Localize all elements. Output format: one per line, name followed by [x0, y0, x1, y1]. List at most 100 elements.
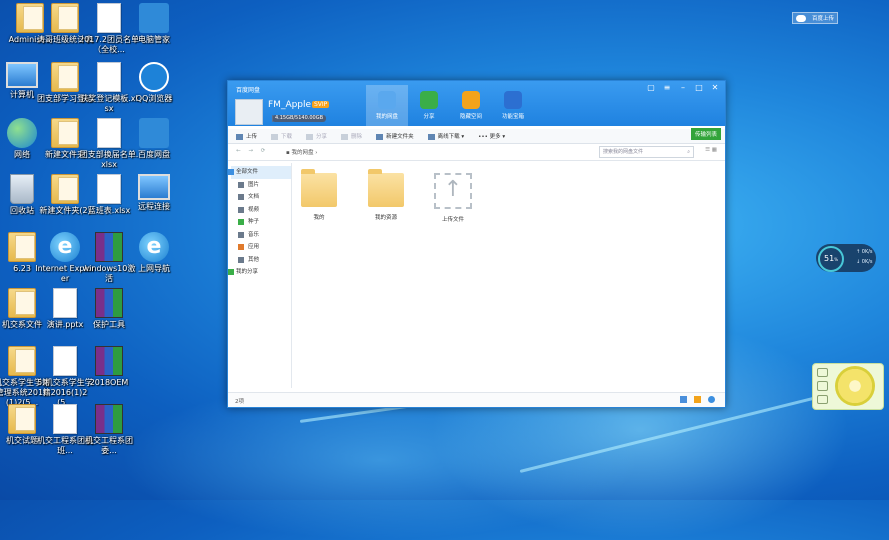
upload-button[interactable]: 上传 — [236, 132, 257, 140]
download-button[interactable]: 下载 — [271, 132, 292, 140]
desktop-icon-qq-browser[interactable]: QQ浏览器 — [124, 62, 184, 104]
tab-my-netdisk[interactable]: 我的网盘 — [366, 85, 408, 126]
folder-icon — [8, 346, 36, 376]
back-button[interactable]: ← — [236, 148, 244, 154]
folder-icon — [368, 169, 404, 207]
desktop-icon-remote[interactable]: 远程连接 — [124, 174, 184, 212]
app-icon — [238, 244, 244, 250]
browser-nav-icon: e — [139, 232, 169, 262]
user-name[interactable]: FM_Apple — [268, 100, 311, 110]
search-icon[interactable]: ⌕ — [687, 147, 690, 157]
gadget-settings-icon[interactable] — [817, 381, 828, 391]
lemon-gadget[interactable] — [812, 363, 884, 410]
folder-icon — [8, 404, 36, 434]
folder-icon — [51, 118, 79, 148]
desktop-icon-baidu-netdisk[interactable]: 百度网盘 — [124, 118, 184, 160]
minimize-button[interactable]: – — [677, 83, 689, 93]
refresh-icon[interactable]: ⟳ — [261, 148, 269, 154]
tab-hidden-space[interactable]: 隐藏空间 — [450, 85, 492, 126]
file-item-folder-2[interactable]: 我的资源 — [367, 169, 405, 223]
sidebar-item-docs[interactable]: 文档 — [231, 191, 291, 204]
desktop-icon-pc-manager[interactable]: 电脑管家 — [124, 3, 184, 45]
baidu-netdisk-window: 百度网盘 ▢ ≡ – □ ✕ FM_Apple SVIP 4.15GB/5140… — [227, 80, 726, 408]
settings-icon[interactable] — [708, 396, 715, 403]
gadget-close-icon[interactable] — [817, 394, 828, 404]
folder-icon — [301, 169, 337, 207]
desktop-icon-browser-nav[interactable]: e 上网导航 — [124, 232, 184, 274]
transfer-list-button[interactable]: 传输列表 — [690, 128, 721, 140]
file-grid: 我的 我的资源 上传文件 — [300, 169, 472, 223]
desktop-icon-rar-c[interactable]: 2018OEM — [79, 346, 139, 388]
cloud-icon — [796, 15, 806, 22]
upload-arrow-icon — [434, 173, 472, 209]
document-icon — [97, 3, 121, 33]
delete-button[interactable]: 删除 — [341, 132, 362, 140]
new-folder-button[interactable]: 新建文件夹 — [376, 132, 414, 140]
maximize-button[interactable]: □ — [693, 83, 705, 93]
upload-icon — [236, 133, 243, 140]
share-button[interactable]: 分享 — [306, 132, 327, 140]
my-netdisk-icon — [378, 91, 396, 109]
file-item-upload[interactable]: 上传文件 — [434, 173, 472, 223]
winrar-icon — [95, 404, 123, 434]
tab-share[interactable]: 分享 — [408, 85, 450, 126]
toolbox-icon — [504, 91, 522, 109]
pptx-icon — [53, 288, 77, 318]
gadget-controls — [817, 368, 829, 404]
desktop-icon-rar-b[interactable]: 保护工具 — [79, 288, 139, 330]
baidu-upload-widget[interactable]: 百度上传 — [792, 12, 838, 24]
grid-icon[interactable] — [680, 396, 687, 403]
upload-speed: ↑ 0K/s — [856, 249, 873, 255]
network-speed-gauge[interactable]: 51% ↑ 0K/s ↓ 0K/s — [816, 244, 876, 272]
video-icon — [238, 206, 244, 213]
doc-icon — [238, 194, 244, 200]
skin-icon[interactable]: ▢ — [645, 83, 657, 93]
offline-download-icon — [427, 133, 435, 140]
gadget-expand-icon[interactable] — [817, 368, 828, 378]
file-item-folder-1[interactable]: 我的 — [300, 169, 338, 223]
document-icon — [53, 404, 77, 434]
sidebar-item-my-shares[interactable]: 我的分享 — [228, 266, 291, 279]
internet-explorer-icon: e — [50, 232, 80, 262]
status-bar: 2项 — [228, 392, 725, 407]
window-header: 百度网盘 ▢ ≡ – □ ✕ FM_Apple SVIP 4.15GB/5140… — [228, 81, 725, 140]
sidebar-item-torrents[interactable]: 种子 — [231, 216, 291, 229]
sidebar-item-videos[interactable]: 视频 — [231, 204, 291, 217]
folder-icon — [8, 232, 36, 262]
toolbar: 上传 下载 分享 删除 新建文件夹 离线下载 ▾ ••• 更多 ▾ — [228, 129, 725, 144]
tab-toolbox[interactable]: 功能宝箱 — [492, 85, 534, 126]
gauge-percent: 51% — [818, 246, 844, 272]
sidebar-item-all-files[interactable]: 全部文件 — [228, 166, 291, 179]
forward-button[interactable]: → — [248, 148, 256, 154]
other-icon — [238, 256, 244, 263]
breadcrumb[interactable]: ▪ 我的网盘 › — [286, 148, 317, 156]
sidebar-item-music[interactable]: 音乐 — [231, 229, 291, 242]
menu-icon[interactable]: ≡ — [661, 83, 673, 93]
sidebar-item-images[interactable]: 图片 — [231, 179, 291, 192]
bt-icon — [238, 219, 244, 225]
window-controls: ▢ ≡ – □ ✕ — [645, 83, 721, 93]
search-input[interactable]: 搜索我的网盘文件 ⌕ — [599, 146, 694, 158]
close-button[interactable]: ✕ — [709, 83, 721, 93]
lemon-slice-image — [835, 366, 875, 406]
list-view-icon[interactable]: ☰ — [705, 147, 710, 153]
sidebar-item-apps[interactable]: 应用 — [231, 241, 291, 254]
folder-quick-icon[interactable] — [694, 396, 701, 403]
folder-icon — [8, 288, 36, 318]
download-speed: ↓ 0K/s — [856, 259, 873, 265]
lock-icon — [462, 91, 480, 109]
offline-download-button[interactable]: 离线下载 ▾ — [427, 132, 464, 140]
app-title: 百度网盘 — [236, 87, 261, 94]
winrar-icon — [95, 232, 123, 262]
share-icon — [420, 91, 438, 109]
desktop-icon-rar-d[interactable]: 机交工程系团委... — [79, 404, 139, 456]
quota-text: 4.15GB/5140.00GB — [274, 115, 324, 121]
avatar[interactable] — [235, 99, 263, 125]
nav-buttons: ← → ⟳ — [236, 148, 268, 154]
grid-view-icon[interactable]: ▦ — [712, 147, 717, 153]
sidebar-item-other[interactable]: 其他 — [231, 254, 291, 267]
view-switch[interactable]: ☰ ▦ — [705, 147, 717, 153]
document-icon — [53, 346, 77, 376]
more-button[interactable]: ••• 更多 ▾ — [478, 132, 505, 140]
my-share-icon — [228, 269, 234, 275]
